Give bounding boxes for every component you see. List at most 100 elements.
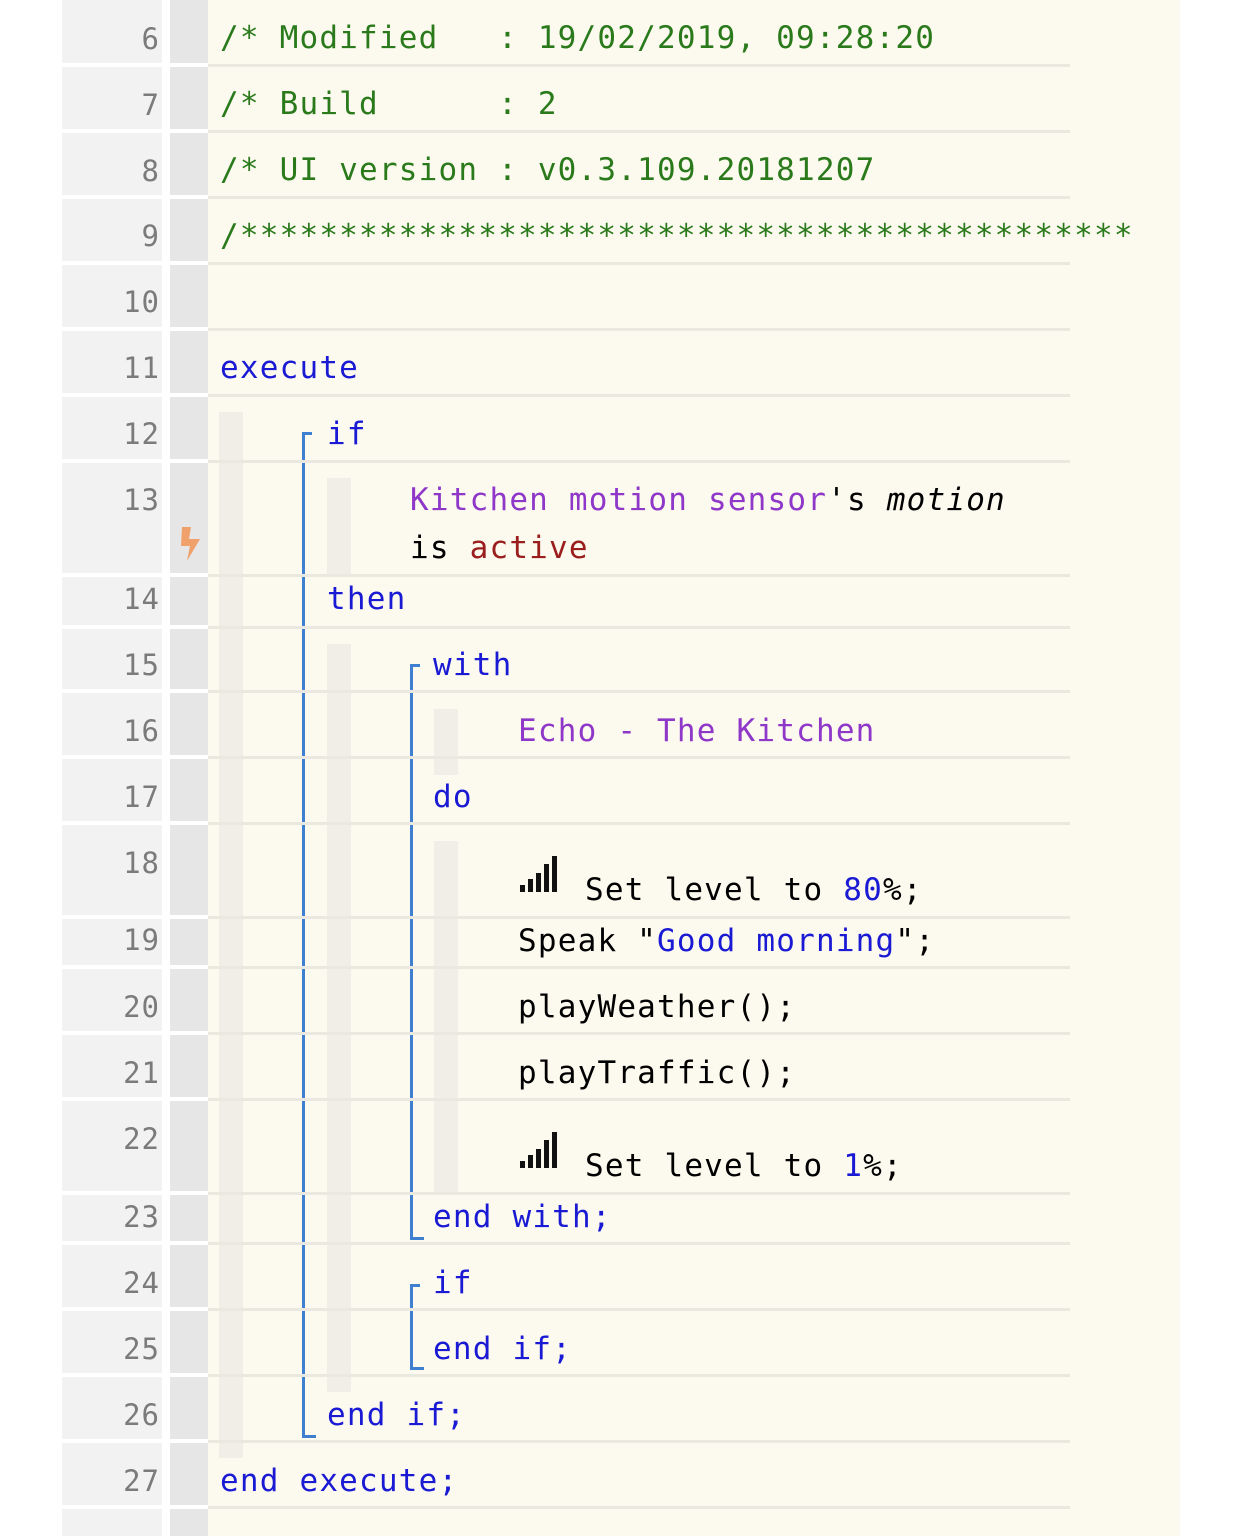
set-level-value: 80 bbox=[843, 872, 883, 908]
gutter-marker bbox=[170, 840, 208, 918]
gutter-marker bbox=[170, 774, 208, 840]
signal-level-icon bbox=[520, 856, 557, 892]
condition-device: Kitchen motion sensor bbox=[410, 482, 828, 518]
gutter-gap bbox=[162, 1194, 170, 1260]
gutter-separator bbox=[62, 393, 208, 397]
keyword-do[interactable]: do bbox=[433, 777, 473, 817]
gutter-marker bbox=[170, 708, 208, 774]
gutter-marker bbox=[170, 66, 208, 132]
set-level-statement-2[interactable]: Set level to 1%; bbox=[585, 1146, 903, 1186]
gutter-row bbox=[62, 462, 162, 576]
line-separator bbox=[208, 966, 1070, 969]
gutter-marker bbox=[170, 198, 208, 264]
keyword-execute[interactable]: execute bbox=[220, 348, 359, 388]
gutter-gap bbox=[162, 0, 170, 66]
line-separator bbox=[208, 196, 1070, 199]
gutter-gap bbox=[162, 642, 170, 708]
gutter-marker bbox=[170, 1260, 208, 1326]
gutter-marker bbox=[170, 1392, 208, 1458]
gutter-separator bbox=[62, 915, 208, 919]
gutter-marker bbox=[170, 1194, 208, 1260]
line-number: 25 bbox=[123, 1332, 160, 1366]
gutter-gap bbox=[162, 66, 170, 132]
line-separator bbox=[208, 394, 1070, 397]
line-separator bbox=[208, 1032, 1070, 1035]
keyword-end-if-inner[interactable]: end if; bbox=[433, 1329, 572, 1369]
line-separator bbox=[208, 328, 1070, 331]
condition-line-2[interactable]: is active bbox=[410, 528, 589, 568]
line-number: 24 bbox=[123, 1266, 160, 1300]
if-block-line bbox=[302, 432, 305, 1438]
gutter-gap bbox=[162, 198, 170, 264]
line-number: 22 bbox=[123, 1122, 160, 1156]
line-separator bbox=[208, 460, 1070, 463]
gutter-marker bbox=[170, 396, 208, 462]
gutter-gap bbox=[162, 1050, 170, 1116]
keyword-end-execute[interactable]: end execute; bbox=[220, 1461, 458, 1501]
condition-possessive: 's bbox=[827, 482, 887, 518]
gutter-separator bbox=[62, 1373, 208, 1377]
set-level-statement-1[interactable]: Set level to 80%; bbox=[585, 870, 923, 910]
keyword-if-inner[interactable]: if bbox=[433, 1263, 473, 1303]
line-separator bbox=[208, 1192, 1070, 1195]
gutter-separator bbox=[62, 965, 208, 969]
with-block-bottom bbox=[410, 1237, 424, 1240]
set-level-value: 1 bbox=[843, 1148, 864, 1184]
gutter-gap bbox=[162, 918, 170, 984]
gutter-marker bbox=[170, 1050, 208, 1116]
speak-statement[interactable]: Speak "Good morning"; bbox=[518, 921, 935, 961]
indent-guide bbox=[327, 478, 351, 574]
play-traffic-statement[interactable]: playTraffic(); bbox=[518, 1053, 796, 1093]
gutter-gap bbox=[162, 576, 170, 642]
lightning-bolt-icon[interactable] bbox=[178, 526, 204, 562]
comment-modified: /* Modified : 19/02/2019, 09:28:20 bbox=[220, 20, 936, 56]
line-separator bbox=[208, 1506, 1070, 1509]
line-separator bbox=[208, 690, 1070, 693]
with-device[interactable]: Echo - The Kitchen bbox=[518, 711, 876, 751]
line-number: 23 bbox=[123, 1200, 160, 1234]
gutter-gap bbox=[162, 984, 170, 1050]
line-number: 6 bbox=[141, 22, 160, 56]
keyword-end-with[interactable]: end with; bbox=[433, 1197, 612, 1237]
gutter-gap bbox=[162, 1458, 170, 1536]
gutter-separator bbox=[62, 261, 208, 265]
inner-if-block-top bbox=[410, 1284, 420, 1287]
keyword-end-if-outer[interactable]: end if; bbox=[327, 1395, 466, 1435]
gutter-separator bbox=[62, 327, 208, 331]
line-number: 13 bbox=[123, 483, 160, 517]
play-weather-statement[interactable]: playWeather(); bbox=[518, 987, 796, 1027]
gutter-marker bbox=[170, 330, 208, 396]
gutter-gap bbox=[162, 708, 170, 774]
with-block-top bbox=[410, 664, 420, 667]
condition-attribute: motion bbox=[886, 482, 1006, 518]
keyword-then[interactable]: then bbox=[327, 579, 406, 619]
gutter-marker bbox=[170, 1458, 208, 1536]
line-separator bbox=[208, 574, 1070, 577]
indent-guide bbox=[219, 412, 243, 1458]
gutter-marker bbox=[170, 984, 208, 1050]
line-number: 9 bbox=[141, 219, 160, 253]
line-separator bbox=[208, 130, 1070, 133]
gutter-separator bbox=[62, 1439, 208, 1443]
gutter-separator bbox=[62, 459, 208, 463]
comment-build: /* Build : 2 bbox=[220, 86, 558, 122]
indent-guide bbox=[434, 709, 458, 775]
condition-is: is bbox=[410, 530, 470, 566]
line-separator bbox=[208, 1374, 1070, 1377]
line-number: 17 bbox=[123, 780, 160, 814]
line-number: 15 bbox=[123, 648, 160, 682]
gutter-separator bbox=[62, 1505, 208, 1509]
speak-string: Good morning bbox=[657, 923, 896, 959]
keyword-with[interactable]: with bbox=[433, 645, 512, 685]
gutter-separator bbox=[62, 63, 208, 67]
condition-line-1[interactable]: Kitchen motion sensor's motion bbox=[410, 480, 1006, 520]
gutter-gap bbox=[162, 1392, 170, 1458]
gutter-marker bbox=[170, 132, 208, 198]
gutter-gap bbox=[162, 132, 170, 198]
keyword-if[interactable]: if bbox=[327, 414, 367, 454]
line-separator bbox=[208, 822, 1070, 825]
gutter-gap bbox=[162, 1326, 170, 1392]
line-number: 11 bbox=[123, 351, 160, 385]
line-separator bbox=[208, 1098, 1070, 1101]
gutter-marker bbox=[170, 264, 208, 330]
